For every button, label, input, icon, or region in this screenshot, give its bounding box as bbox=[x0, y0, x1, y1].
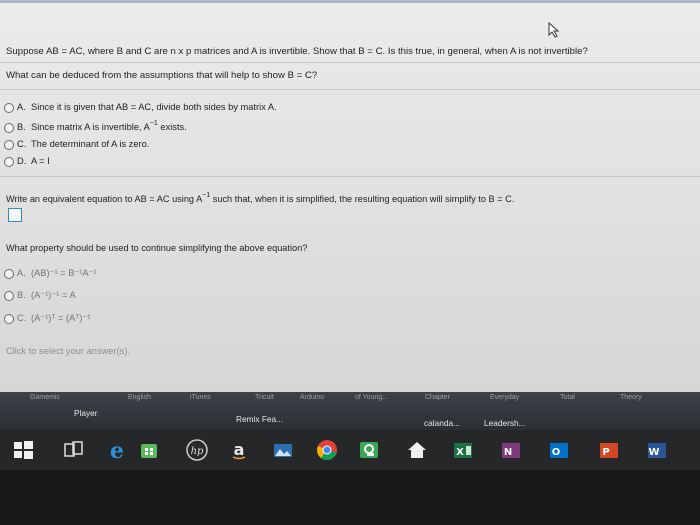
classroom-icon[interactable] bbox=[358, 439, 380, 461]
divider bbox=[0, 89, 700, 90]
svg-text:a: a bbox=[234, 440, 245, 459]
bookmark-label[interactable]: Tricuit bbox=[255, 394, 274, 401]
mouse-cursor-icon bbox=[548, 22, 560, 38]
bookmark-label[interactable]: Total bbox=[560, 394, 575, 401]
part1-option-c[interactable]: C. The determinant of A is zero. bbox=[4, 139, 149, 152]
windows-start-icon[interactable] bbox=[12, 439, 34, 461]
monitor-bezel bbox=[0, 470, 700, 525]
bookmark-player[interactable]: Player bbox=[74, 408, 98, 418]
svg-text:W: W bbox=[648, 447, 659, 458]
edge-icon[interactable]: e bbox=[106, 439, 128, 461]
part3-option-a[interactable]: A. (AB)⁻¹ = B⁻¹A⁻¹ bbox=[4, 268, 97, 281]
bookmark-label[interactable]: Gamemic bbox=[30, 394, 60, 401]
svg-text:P: P bbox=[602, 447, 609, 458]
part1-prompt: What can be deduced from the assumptions… bbox=[6, 70, 318, 81]
amazon-icon[interactable]: a bbox=[228, 439, 250, 461]
chrome-icon[interactable] bbox=[316, 439, 338, 461]
radio-button[interactable] bbox=[4, 268, 14, 279]
part3-prompt: What property should be used to continue… bbox=[6, 243, 308, 253]
photos-icon[interactable] bbox=[272, 439, 294, 461]
part2-prompt: Write an equivalent equation to AB = AC … bbox=[6, 192, 515, 204]
part1-option-b[interactable]: B. Since matrix A is invertible, A−1 exis… bbox=[4, 120, 187, 133]
bookmark-label[interactable]: iTunes bbox=[190, 394, 211, 401]
part3-option-c[interactable]: C. (A⁻¹)ᵀ = (Aᵀ)⁻¹ bbox=[4, 313, 90, 326]
radio-button[interactable] bbox=[4, 156, 14, 167]
task-view-icon[interactable] bbox=[62, 439, 84, 461]
part1-option-a[interactable]: A. Since it is given that AB = AC, divide… bbox=[4, 102, 277, 115]
click-to-select-hint: Click to select your answer(s). bbox=[6, 346, 130, 356]
svg-text:O: O bbox=[552, 447, 561, 458]
divider bbox=[0, 62, 700, 63]
bookmark-calanda[interactable]: calanda... bbox=[424, 418, 460, 428]
part3-option-b[interactable]: B. (A⁻¹)⁻¹ = A bbox=[4, 290, 76, 303]
home-icon[interactable] bbox=[406, 439, 428, 461]
svg-text:e: e bbox=[110, 439, 124, 461]
divider bbox=[0, 176, 700, 177]
excel-icon[interactable]: X bbox=[452, 439, 474, 461]
onenote-icon[interactable]: N bbox=[500, 439, 522, 461]
hp-icon[interactable]: hp bbox=[186, 439, 208, 461]
svg-text:N: N bbox=[504, 447, 512, 458]
bookmarks-bar: Gamemic English iTunes Tricuit Arduino o… bbox=[0, 392, 700, 430]
equation-answer-box[interactable] bbox=[8, 208, 22, 222]
windows-taskbar: e hp a X N O P W bbox=[0, 430, 700, 470]
bookmark-label[interactable]: Everyday bbox=[490, 394, 519, 401]
outlook-icon[interactable]: O bbox=[548, 439, 570, 461]
store-icon[interactable] bbox=[138, 439, 160, 461]
radio-button[interactable] bbox=[4, 313, 14, 324]
radio-button[interactable] bbox=[4, 290, 14, 301]
word-icon[interactable]: W bbox=[646, 439, 668, 461]
part1-option-d[interactable]: D. A = I bbox=[4, 156, 50, 169]
bookmark-label[interactable]: of Young... bbox=[355, 394, 388, 401]
bookmark-label[interactable]: Arduino bbox=[300, 394, 324, 401]
bookmark-label[interactable]: Chapter bbox=[425, 394, 450, 401]
bookmark-remix[interactable]: Remix Fea... bbox=[236, 414, 283, 424]
browser-content: Suppose AB = AC, where B and C are n x p… bbox=[0, 0, 700, 392]
radio-button[interactable] bbox=[4, 139, 14, 150]
radio-button[interactable] bbox=[4, 102, 14, 113]
problem-statement: Suppose AB = AC, where B and C are n x p… bbox=[6, 46, 588, 57]
svg-text:hp: hp bbox=[191, 446, 204, 457]
radio-button[interactable] bbox=[4, 122, 14, 133]
svg-text:X: X bbox=[456, 447, 464, 458]
bookmark-label[interactable]: English bbox=[128, 394, 151, 401]
powerpoint-icon[interactable]: P bbox=[598, 439, 620, 461]
bookmark-label[interactable]: Theory bbox=[620, 394, 642, 401]
bookmark-leadership[interactable]: Leadersh... bbox=[484, 418, 526, 428]
